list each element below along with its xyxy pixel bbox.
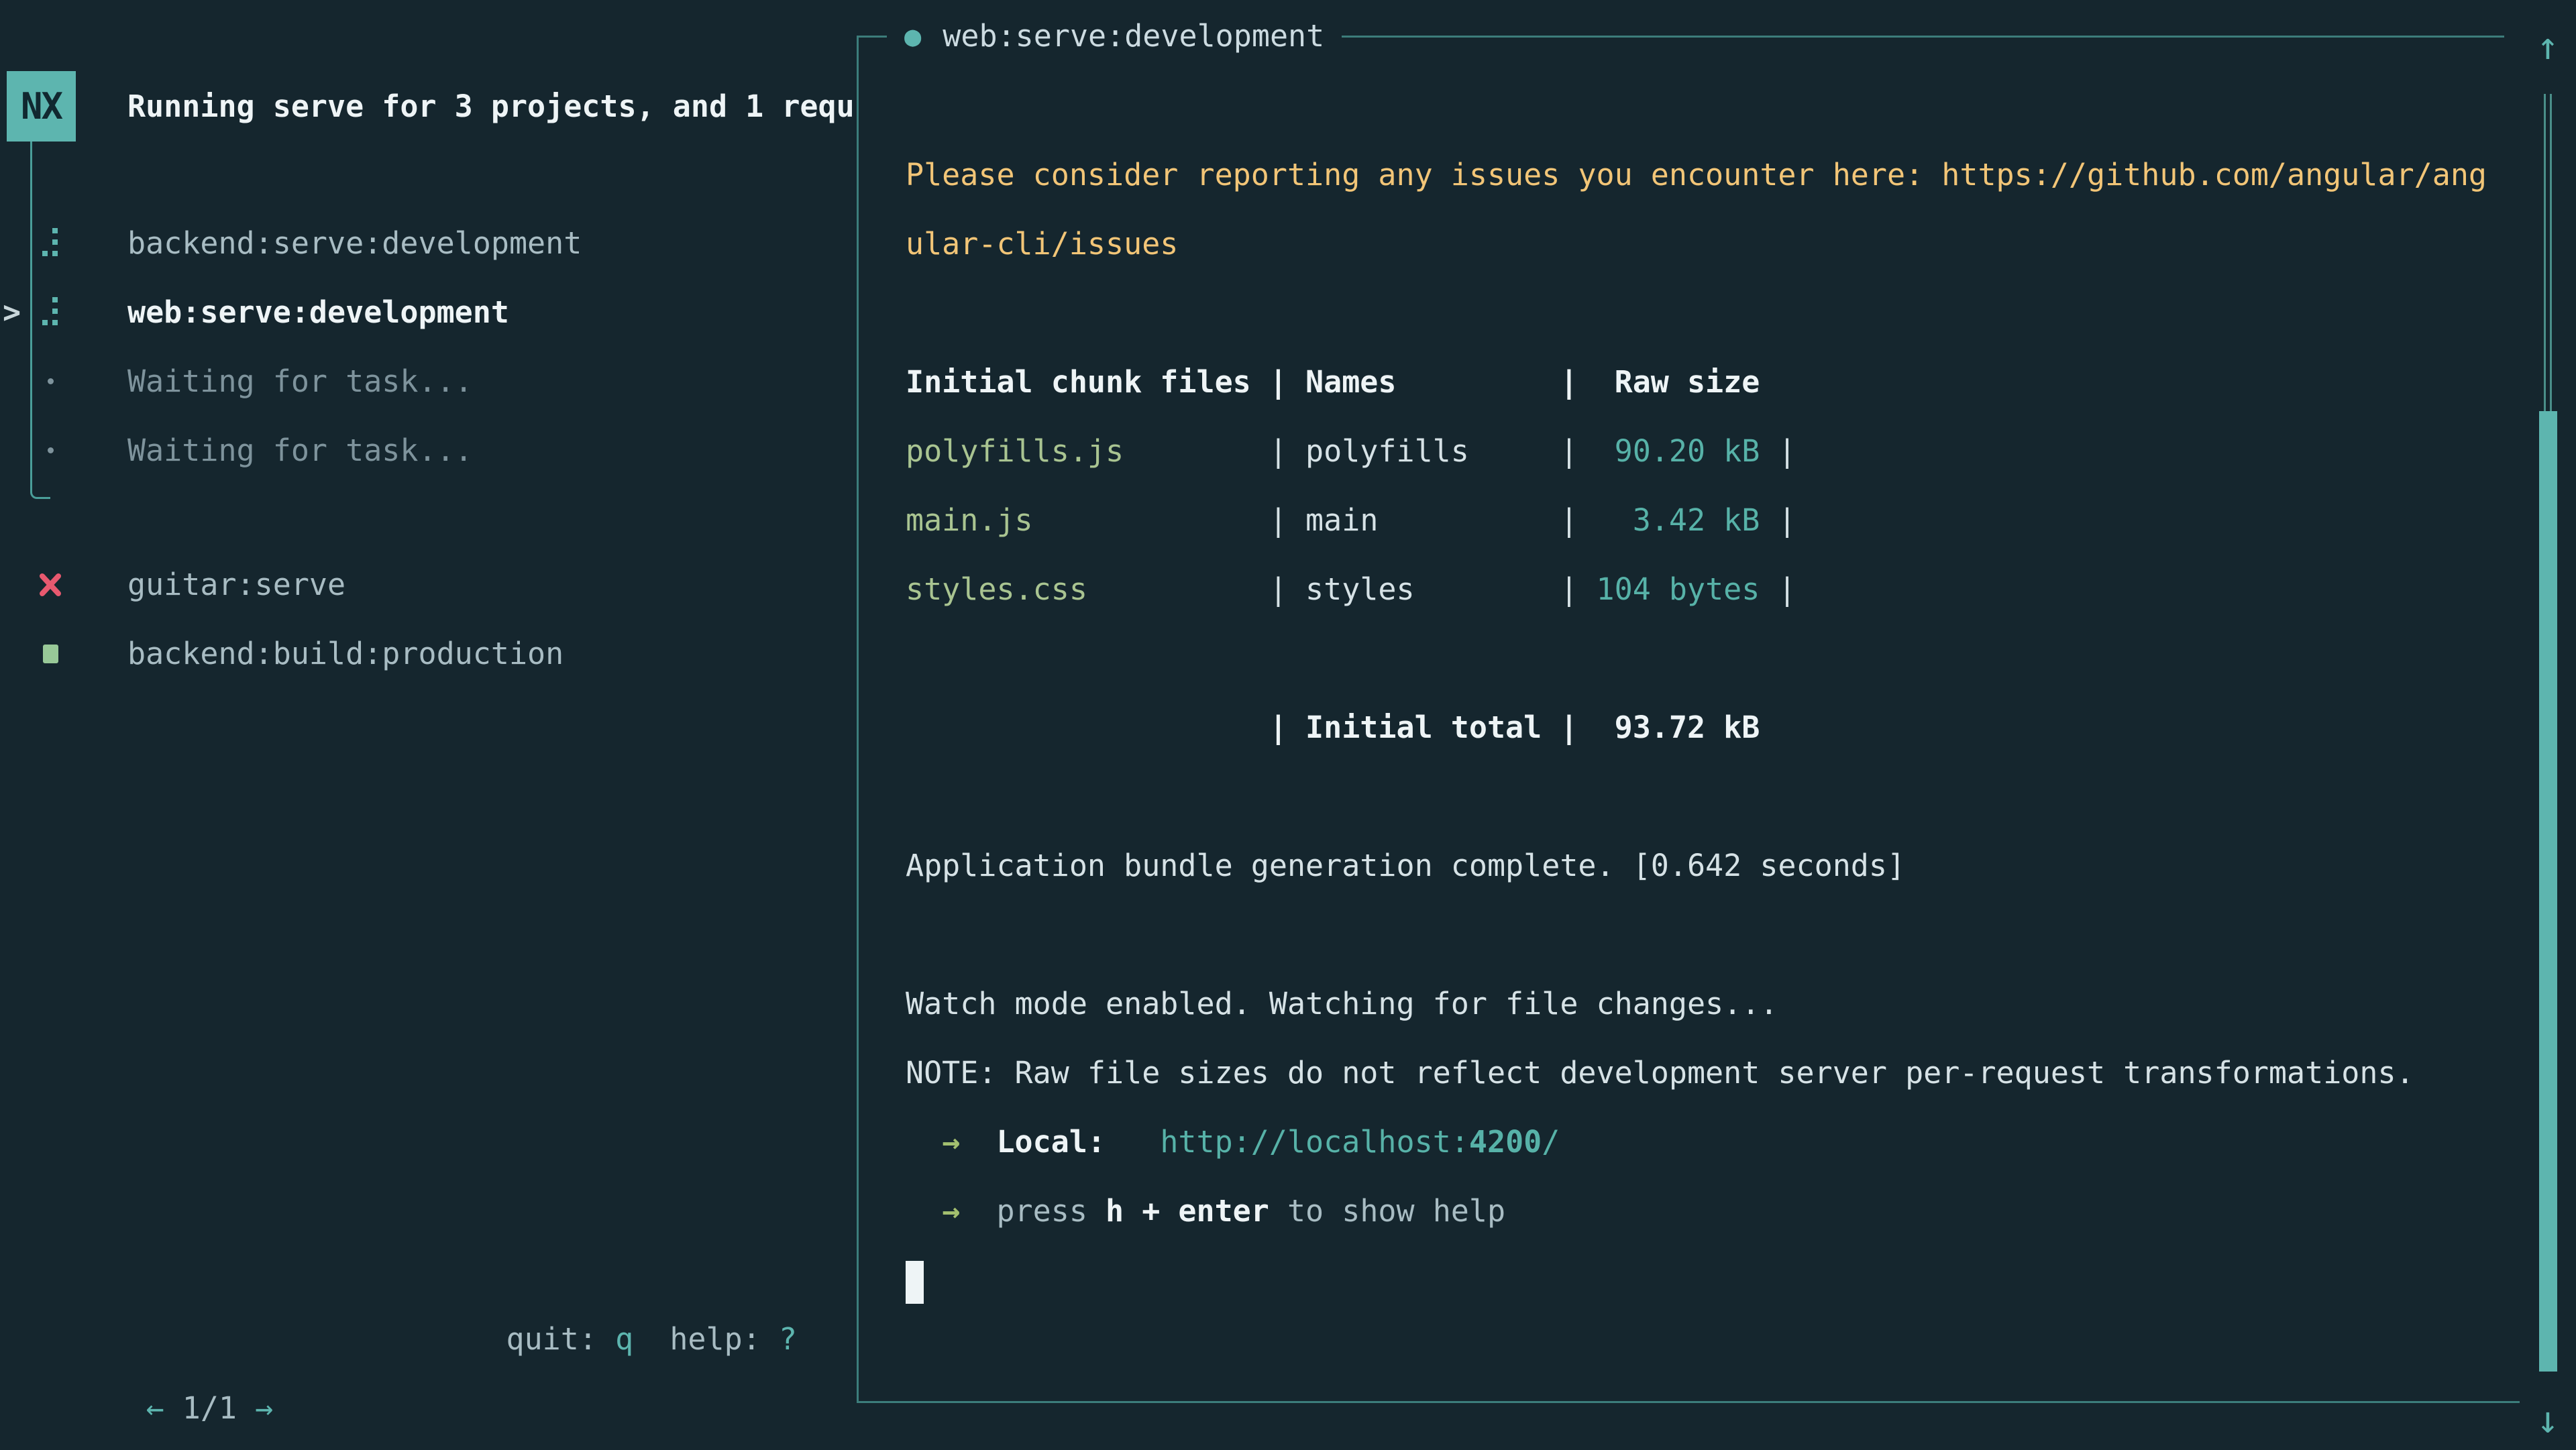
- task-row[interactable]: backend:build:production: [0, 619, 857, 688]
- terminal-line: [906, 278, 2487, 347]
- terminal-text: Initial chunk files | Names | Raw size: [906, 364, 1760, 400]
- terminal-line: main.js | main | 3.42 kB |: [906, 486, 2487, 555]
- terminal-text: | main |: [1033, 502, 1597, 538]
- failed-cross-icon: [36, 550, 65, 619]
- hotkey-key: q: [615, 1321, 633, 1357]
- terminal-text: | Initial total | 93.72 kB: [906, 710, 1760, 745]
- terminal-cursor: [906, 1261, 924, 1304]
- terminal-text: |: [1760, 571, 1796, 607]
- terminal-text: h + enter: [1106, 1193, 1269, 1229]
- terminal-text: |: [1760, 502, 1796, 538]
- terminal-line: Watch mode enabled. Watching for file ch…: [906, 969, 2487, 1038]
- hotkey-hints: quit: q help: ?: [0, 1304, 797, 1374]
- waiting-dot-icon: [36, 347, 65, 416]
- task-row[interactable]: Waiting for task...: [0, 416, 857, 485]
- prev-page-arrow-icon[interactable]: ←: [146, 1390, 164, 1426]
- terminal-line: [906, 624, 2487, 693]
- terminal-output: Please consider reporting any issues you…: [906, 140, 2487, 1315]
- terminal-text: 104 bytes: [1597, 571, 1760, 607]
- task-row[interactable]: Waiting for task...: [0, 347, 857, 416]
- next-page-arrow-icon[interactable]: →: [255, 1390, 273, 1426]
- terminal-line: NOTE: Raw file sizes do not reflect deve…: [906, 1038, 2487, 1107]
- terminal-text: main.js: [906, 502, 1033, 538]
- terminal-text: Watch mode enabled. Watching for file ch…: [906, 986, 1778, 1021]
- spinner-icon: [36, 209, 65, 278]
- terminal-line: Please consider reporting any issues you…: [906, 140, 2487, 209]
- terminal-text: [960, 1193, 996, 1229]
- task-label: backend:serve:development: [127, 209, 582, 278]
- terminal-text: Local:: [996, 1124, 1106, 1160]
- terminal-line: Application bundle generation complete. …: [906, 831, 2487, 900]
- page-indicator: 1/1: [164, 1390, 255, 1426]
- terminal-text: 3.42 kB: [1597, 502, 1760, 538]
- terminal-text: [1106, 1124, 1160, 1160]
- scroll-down-icon[interactable]: ↓: [2520, 1391, 2576, 1450]
- terminal-line: polyfills.js | polyfills | 90.20 kB |: [906, 416, 2487, 486]
- task-row[interactable]: > web:serve:development: [0, 278, 857, 347]
- terminal-text: [906, 1193, 942, 1229]
- terminal-text: | styles |: [1087, 571, 1597, 607]
- waiting-dot-icon: [36, 416, 65, 485]
- terminal-text: styles.css: [906, 571, 1087, 607]
- local-url-link[interactable]: http://localhost:: [1160, 1124, 1469, 1160]
- local-url-link[interactable]: 4200: [1469, 1124, 1542, 1160]
- terminal-line: [906, 762, 2487, 831]
- terminal-line: → press h + enter to show help: [906, 1176, 2487, 1245]
- hotkey-label: help:: [633, 1321, 779, 1357]
- task-label: Waiting for task...: [127, 416, 473, 485]
- terminal-text: press: [996, 1193, 1106, 1229]
- hotkey-key: ?: [779, 1321, 797, 1357]
- task-list-spacer: [0, 485, 857, 550]
- terminal-text: |: [1760, 433, 1796, 469]
- terminal-text: 90.20 kB: [1597, 433, 1760, 469]
- task-list: backend:serve:development > web:serve:deve…: [0, 209, 857, 688]
- hotkey-label: quit:: [506, 1321, 616, 1357]
- terminal-line: | Initial total | 93.72 kB: [906, 693, 2487, 762]
- task-row[interactable]: guitar:serve: [0, 550, 857, 619]
- task-label: guitar:serve: [127, 550, 345, 619]
- terminal-text: Please consider reporting any issues you…: [906, 157, 2487, 192]
- local-url-link[interactable]: /: [1542, 1124, 1560, 1160]
- scrollbar-track[interactable]: [2544, 94, 2552, 412]
- running-dot-icon: ●: [904, 3, 921, 70]
- spinner-icon: [36, 278, 65, 347]
- terminal-text: NOTE: Raw file sizes do not reflect deve…: [906, 1055, 2414, 1091]
- terminal-line: ular-cli/issues: [906, 209, 2487, 278]
- task-sidebar: NX Running serve for 3 projects, and 1 r…: [0, 0, 857, 1449]
- terminal-text: →: [942, 1124, 960, 1160]
- terminal-text: | polyfills |: [1124, 433, 1596, 469]
- terminal-line: → Local: http://localhost:4200/: [906, 1107, 2487, 1176]
- nx-logo: NX: [7, 71, 76, 142]
- terminal-line: styles.css | styles | 104 bytes |: [906, 555, 2487, 624]
- scroll-up-icon[interactable]: ↑: [2520, 17, 2576, 76]
- task-label: Waiting for task...: [127, 347, 473, 416]
- scrollbar-thumb[interactable]: [2539, 411, 2557, 1372]
- sidebar-title: Running serve for 3 projects, and 1 requ: [127, 71, 855, 142]
- selection-caret-icon: >: [3, 278, 21, 347]
- terminal-text: [960, 1124, 996, 1160]
- terminal-text: ular-cli/issues: [906, 226, 1178, 262]
- terminal-text: [906, 1124, 942, 1160]
- terminal-line: [906, 1245, 2487, 1315]
- terminal-text: Application bundle generation complete. …: [906, 848, 1905, 883]
- task-label: web:serve:development: [127, 278, 509, 347]
- terminal-text: to show help: [1269, 1193, 1505, 1229]
- terminal-line: Initial chunk files | Names | Raw size: [906, 347, 2487, 416]
- panel-title-text: web:serve:development: [943, 3, 1324, 70]
- success-square-icon: [36, 619, 65, 688]
- terminal-text: →: [942, 1193, 960, 1229]
- terminal-text: polyfills.js: [906, 433, 1124, 469]
- terminal-line: [906, 900, 2487, 969]
- task-row[interactable]: backend:serve:development: [0, 209, 857, 278]
- panel-title: ● web:serve:development: [887, 3, 1342, 70]
- task-label: backend:build:production: [127, 619, 564, 688]
